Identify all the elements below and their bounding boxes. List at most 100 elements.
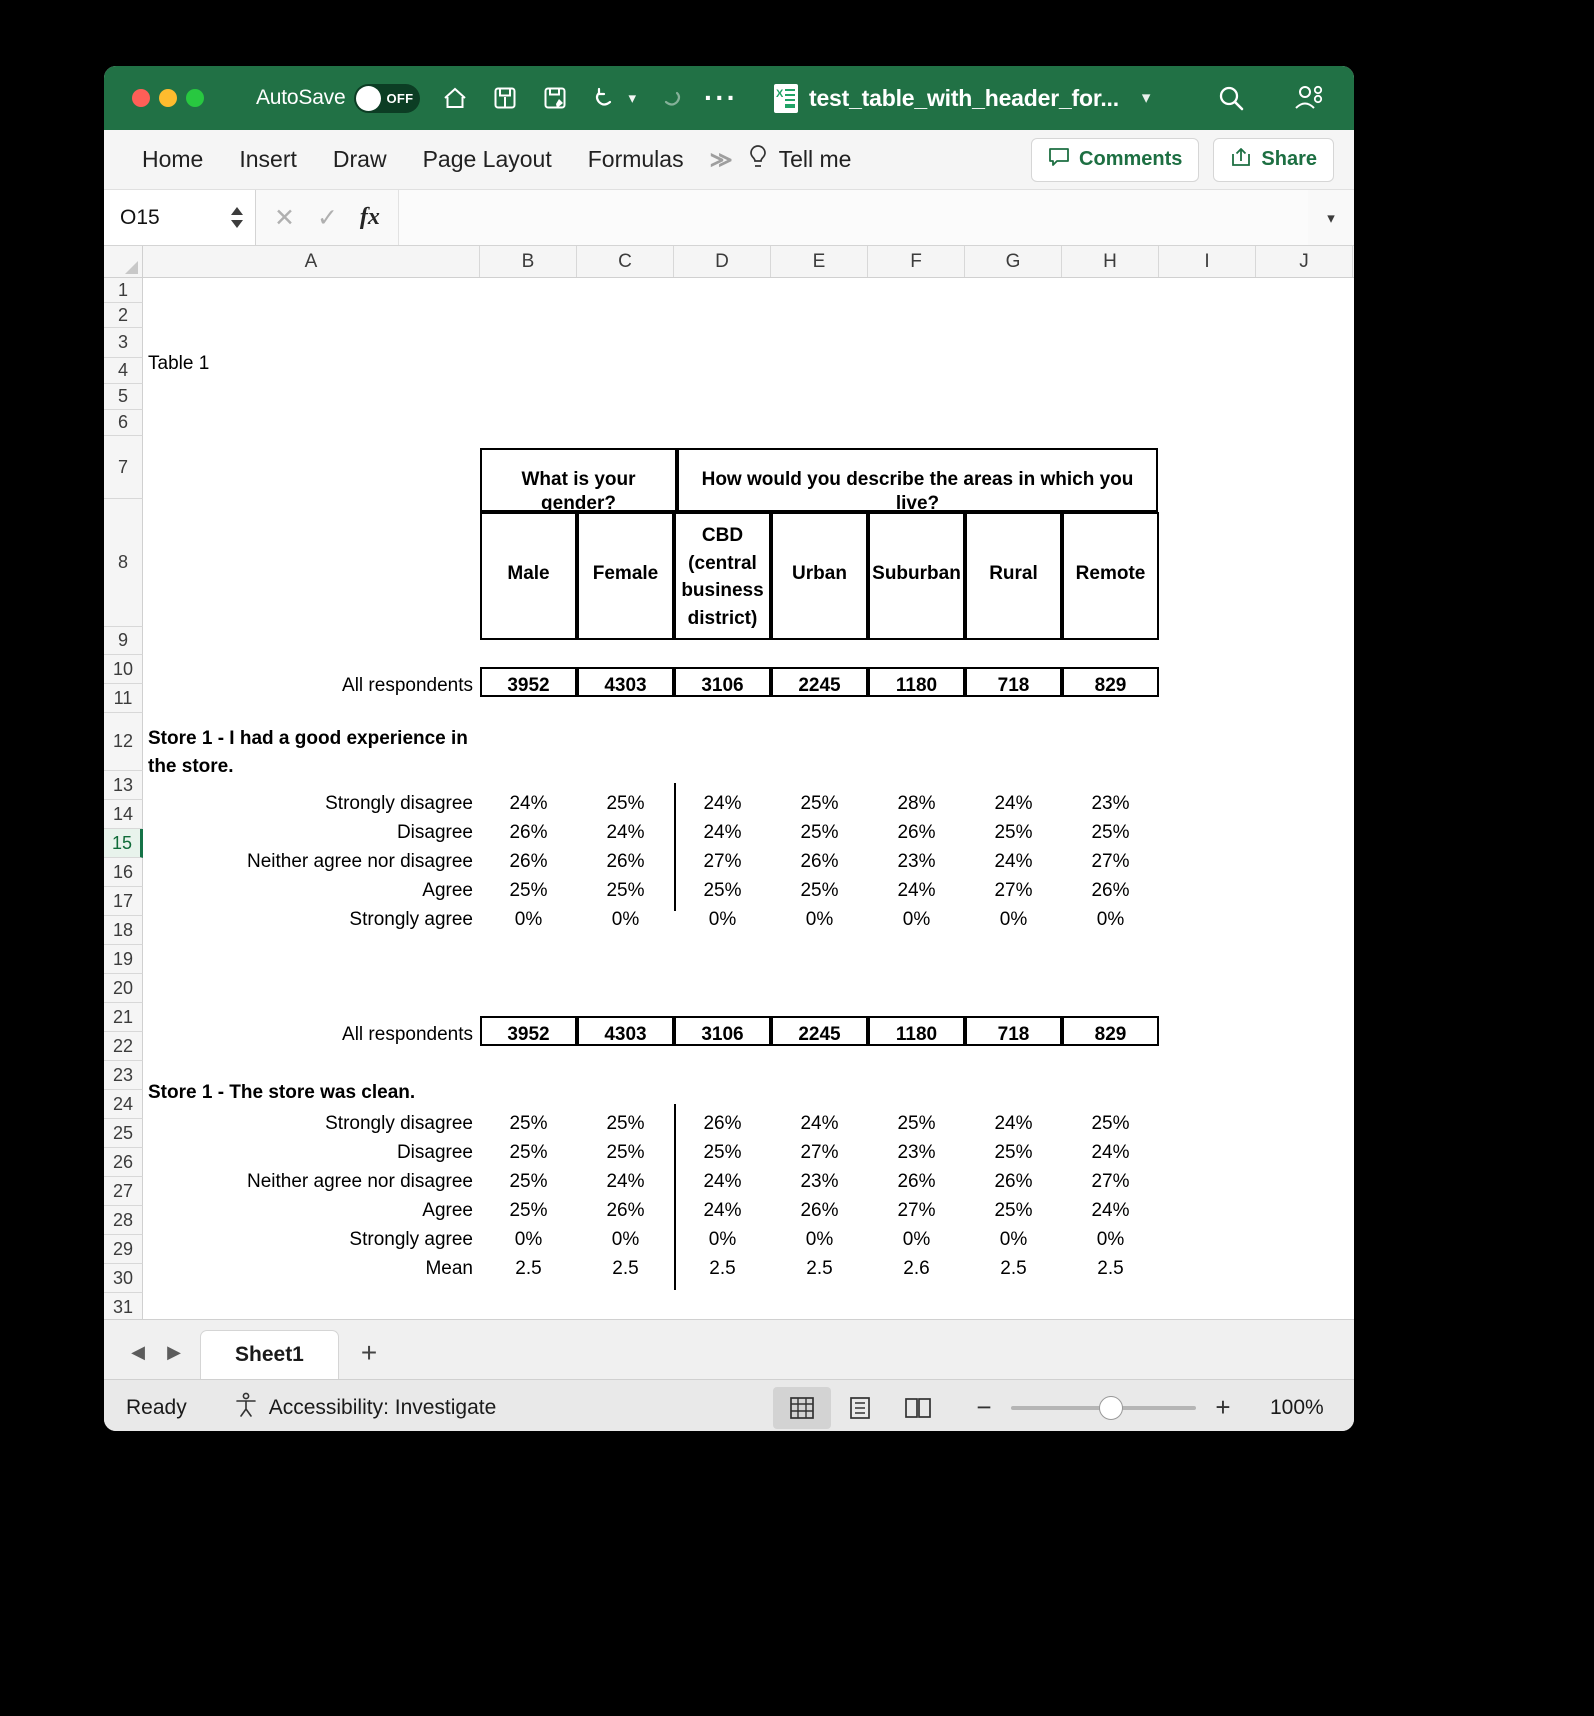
formula-input[interactable]: [397, 190, 1308, 245]
normal-view-button[interactable]: [773, 1386, 831, 1429]
tab-draw[interactable]: Draw: [315, 140, 405, 179]
maximize-window-button[interactable]: [186, 89, 204, 107]
accessibility-status-button[interactable]: Accessibility: Investigate: [233, 1392, 496, 1423]
row-header-12[interactable]: 12: [104, 713, 143, 771]
home-icon[interactable]: [440, 82, 470, 114]
sheet-tab-sheet1[interactable]: Sheet1: [200, 1330, 339, 1379]
document-title-chevron-down-icon[interactable]: ▾: [1142, 88, 1151, 108]
row-header-2[interactable]: 2: [104, 303, 143, 328]
row-header-20[interactable]: 20: [104, 974, 143, 1003]
share-label: Share: [1261, 148, 1317, 170]
block-2-cell-2-3: 23%: [800, 1171, 839, 1192]
page-layout-view-button[interactable]: [831, 1387, 889, 1429]
confirm-formula-icon[interactable]: ✓: [317, 203, 338, 233]
column-header-D[interactable]: D: [674, 246, 771, 277]
expand-formula-bar-chevron-down-icon[interactable]: ▾: [1308, 190, 1354, 245]
zoom-out-button[interactable]: −: [973, 1392, 995, 1423]
tell-me-button[interactable]: Tell me: [747, 144, 851, 175]
block-2-cell-4-0: 0%: [514, 1229, 543, 1250]
row-header-3[interactable]: 3: [104, 328, 143, 358]
redo-icon[interactable]: [656, 82, 686, 114]
zoom-slider-handle[interactable]: [1099, 1395, 1123, 1420]
column-header-J[interactable]: J: [1256, 246, 1353, 277]
close-window-button[interactable]: [132, 89, 150, 107]
row-header-4[interactable]: 4: [104, 358, 143, 384]
save-icon[interactable]: [490, 82, 520, 114]
status-ready-label: Ready: [126, 1395, 187, 1419]
name-box[interactable]: O15: [104, 190, 256, 245]
column-header-I[interactable]: I: [1159, 246, 1256, 277]
next-sheet-arrow-icon[interactable]: ▶: [156, 1325, 192, 1379]
comment-bubble-icon: [1048, 147, 1070, 173]
column-header-G[interactable]: G: [965, 246, 1062, 277]
autosave-state-label: OFF: [386, 90, 414, 106]
row-header-9[interactable]: 9: [104, 627, 143, 655]
column-header-B[interactable]: B: [480, 246, 577, 277]
row-header-31[interactable]: 31: [104, 1293, 143, 1319]
undo-icon[interactable]: [590, 82, 620, 114]
block-2-cell-3-6: 24%: [1091, 1200, 1130, 1221]
cancel-formula-icon[interactable]: ✕: [274, 203, 295, 233]
autosave-toggle[interactable]: OFF: [354, 83, 421, 113]
row-header-30[interactable]: 30: [104, 1264, 143, 1293]
row-header-29[interactable]: 29: [104, 1235, 143, 1264]
block-2-cell-4-6: 0%: [1096, 1229, 1125, 1250]
more-commands-icon[interactable]: ···: [704, 84, 738, 112]
select-all-corner[interactable]: [104, 246, 143, 277]
tab-home[interactable]: Home: [124, 140, 221, 179]
sheet-canvas[interactable]: Table 1 What is your gender? How would y…: [143, 278, 1354, 1319]
row-header-19[interactable]: 19: [104, 945, 143, 974]
account-icon[interactable]: [1294, 82, 1324, 114]
column-header-C[interactable]: C: [577, 246, 674, 277]
row-header-11[interactable]: 11: [104, 684, 143, 713]
row-header-26[interactable]: 26: [104, 1148, 143, 1177]
row-header-21[interactable]: 21: [104, 1003, 143, 1032]
undo-dropdown-chevron-down-icon[interactable]: ▾: [628, 89, 636, 107]
row-header-28[interactable]: 28: [104, 1206, 143, 1235]
row-header-24[interactable]: 24: [104, 1090, 143, 1119]
row-header-10[interactable]: 10: [104, 655, 143, 684]
insert-function-icon[interactable]: fx: [360, 204, 380, 231]
title-bar: AutoSave OFF ▾ ··· test_table_with_heade…: [104, 66, 1354, 130]
row-header-27[interactable]: 27: [104, 1177, 143, 1206]
save-as-icon[interactable]: [540, 82, 570, 114]
row-header-8[interactable]: 8: [104, 499, 143, 627]
row-header-5[interactable]: 5: [104, 384, 143, 410]
tab-page-layout[interactable]: Page Layout: [405, 140, 570, 179]
row-header-17[interactable]: 17: [104, 887, 143, 916]
row-header-23[interactable]: 23: [104, 1061, 143, 1090]
row-header-18[interactable]: 18: [104, 916, 143, 945]
row-header-22[interactable]: 22: [104, 1032, 143, 1061]
previous-sheet-arrow-icon[interactable]: ◀: [120, 1325, 156, 1379]
block-1-cell-0-5: 24%: [994, 793, 1033, 814]
zoom-in-button[interactable]: +: [1212, 1392, 1234, 1423]
column-header-A[interactable]: A: [143, 246, 480, 277]
column-header-H[interactable]: H: [1062, 246, 1159, 277]
column-header-E[interactable]: E: [771, 246, 868, 277]
row-header-1[interactable]: 1: [104, 278, 143, 303]
page-break-view-button[interactable]: [889, 1387, 947, 1429]
row-header-7[interactable]: 7: [104, 436, 143, 499]
row-header-16[interactable]: 16: [104, 858, 143, 887]
row-header-15[interactable]: 15: [104, 829, 143, 858]
minimize-window-button[interactable]: [159, 89, 177, 107]
row-header-25[interactable]: 25: [104, 1119, 143, 1148]
add-sheet-button[interactable]: +: [339, 1327, 399, 1379]
row-header-6[interactable]: 6: [104, 410, 143, 436]
block-2-cell-1-4: 23%: [897, 1142, 936, 1163]
block-1-cell-0-4: 28%: [897, 793, 936, 814]
tab-formulas[interactable]: Formulas: [570, 140, 702, 179]
column-header-F[interactable]: F: [868, 246, 965, 277]
ribbon-overflow-chevrons-icon[interactable]: ≫: [710, 147, 733, 173]
share-button[interactable]: Share: [1213, 137, 1334, 182]
row-header-13[interactable]: 13: [104, 771, 143, 800]
autosave-control[interactable]: AutoSave OFF: [256, 83, 421, 113]
name-box-spinner[interactable]: [229, 206, 245, 229]
tab-insert[interactable]: Insert: [221, 140, 315, 179]
search-icon[interactable]: [1216, 82, 1246, 114]
autosave-label: AutoSave: [256, 86, 346, 109]
zoom-slider[interactable]: [1011, 1395, 1196, 1420]
comments-button[interactable]: Comments: [1031, 137, 1200, 182]
row-header-14[interactable]: 14: [104, 800, 143, 829]
block-1-cell-4-1: 0%: [611, 909, 640, 930]
